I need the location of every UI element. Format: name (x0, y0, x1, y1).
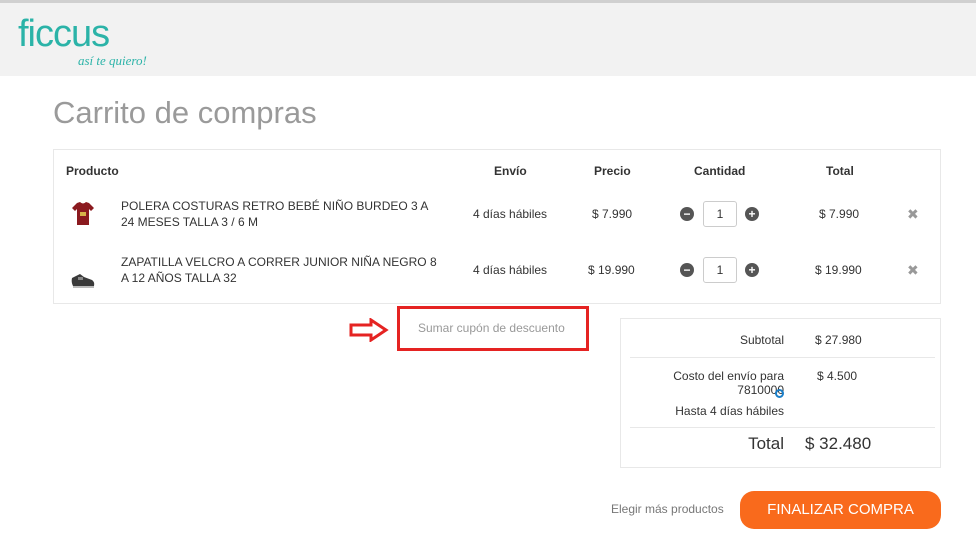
header-shipping: Envío (494, 164, 527, 178)
remove-item-icon[interactable]: ✖ (907, 262, 919, 279)
logo-tagline: así te quiero! (78, 53, 147, 68)
increase-quantity-button[interactable]: + (745, 207, 759, 221)
product-name[interactable]: POLERA COSTURAS RETRO BEBÉ NIÑO BURDEO 3… (121, 198, 441, 230)
arrow-right-icon (349, 318, 389, 342)
divider (630, 357, 935, 358)
logo-wordmark: ficcus (18, 13, 110, 55)
increase-quantity-button[interactable]: + (745, 263, 759, 277)
shipping-cost-label: Costo del envío para 7810000 (673, 369, 784, 397)
checkout-button[interactable]: FINALIZAR COMPRA (740, 491, 941, 529)
decrease-quantity-button[interactable]: − (680, 263, 694, 277)
total-label: Total (748, 434, 784, 453)
shipping-time: 4 días hábiles (473, 263, 548, 277)
product-name[interactable]: ZAPATILLA VELCRO A CORRER JUNIOR NIÑA NE… (121, 254, 441, 286)
header-total: Total (826, 164, 854, 178)
quantity-input[interactable]: 1 (703, 201, 737, 227)
delivery-time: Hasta 4 días hábiles (675, 404, 784, 418)
page-title: Carrito de compras (53, 95, 317, 130)
add-coupon-link[interactable]: Sumar cupón de descuento (418, 321, 565, 335)
header-bar: ficcus así te quiero! (0, 0, 976, 76)
total-value: $ 32.480 (805, 434, 872, 453)
shirt-image[interactable] (70, 200, 96, 226)
unit-price: $ 19.990 (588, 263, 635, 277)
unit-price: $ 7.990 (592, 207, 633, 221)
quantity-input[interactable]: 1 (703, 257, 737, 283)
divider (630, 427, 935, 428)
row-total: $ 19.990 (815, 263, 862, 277)
shipping-time: 4 días hábiles (473, 207, 548, 221)
header-quantity: Cantidad (694, 164, 746, 178)
ficcus-logo[interactable]: ficcus así te quiero! (18, 13, 168, 69)
header-product: Producto (66, 164, 119, 178)
coupon-highlight: Sumar cupón de descuento (397, 306, 589, 351)
subtotal-value: $ 27.980 (815, 333, 862, 347)
info-icon[interactable] (775, 389, 784, 398)
subtotal-label: Subtotal (739, 333, 784, 347)
row-total: $ 7.990 (819, 207, 860, 221)
remove-item-icon[interactable]: ✖ (907, 206, 919, 223)
header-price: Precio (594, 164, 631, 178)
continue-shopping-link[interactable]: Elegir más productos (611, 502, 724, 516)
decrease-quantity-button[interactable]: − (680, 207, 694, 221)
shoe-image[interactable] (70, 265, 96, 291)
shipping-cost-value: $ 4.500 (817, 369, 858, 383)
